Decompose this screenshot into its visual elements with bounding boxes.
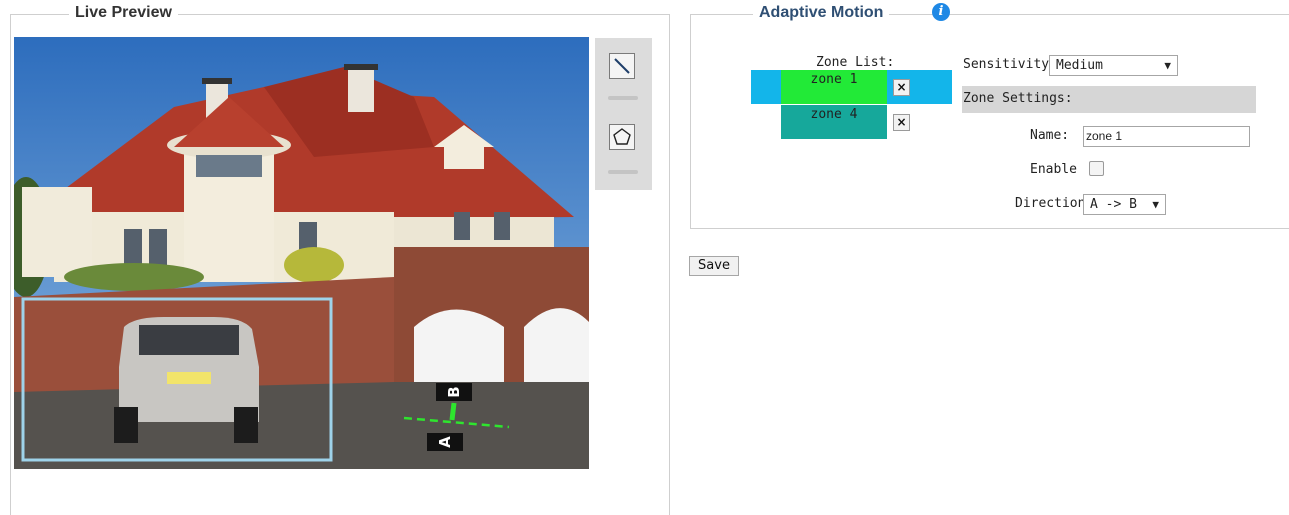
- direction-marker-a: A: [436, 436, 454, 448]
- save-button[interactable]: Save: [689, 256, 739, 276]
- chevron-down-icon: ▼: [1164, 59, 1171, 72]
- toolbar-separator: [608, 170, 638, 174]
- adaptive-motion-title: Adaptive Motion: [753, 4, 890, 22]
- sensitivity-select[interactable]: Medium ▼: [1049, 55, 1178, 76]
- line-tool-button[interactable]: [609, 53, 635, 79]
- direction-value: A -> B: [1090, 197, 1137, 212]
- zone-item-1[interactable]: zone 1: [781, 70, 887, 104]
- zone-item-4[interactable]: zone 4: [781, 105, 887, 139]
- line-icon: [614, 58, 630, 74]
- zone-name-input[interactable]: zone 1: [1083, 126, 1250, 147]
- enable-checkbox[interactable]: [1089, 161, 1104, 176]
- adaptive-motion-panel: Adaptive Motion i: [690, 3, 1289, 229]
- chevron-down-icon: ▼: [1152, 198, 1159, 211]
- name-label: Name:: [1030, 128, 1070, 143]
- polygon-tool-button[interactable]: [609, 124, 635, 150]
- polygon-icon: [613, 128, 631, 145]
- zone-list-label: Zone List:: [816, 55, 895, 70]
- delete-zone-4-button[interactable]: ×: [893, 114, 910, 131]
- sensitivity-value: Medium: [1056, 58, 1103, 73]
- sensitivity-label: Sensitivity:: [963, 57, 1057, 72]
- camera-preview[interactable]: B A: [14, 37, 589, 469]
- direction-marker-b: B: [445, 386, 463, 397]
- direction-select[interactable]: A -> B ▼: [1083, 194, 1166, 215]
- zone-settings-header: Zone Settings:: [962, 86, 1256, 113]
- live-preview-title: Live Preview: [69, 4, 178, 22]
- toolbar-separator: [608, 96, 638, 100]
- enable-label: Enable: [1030, 162, 1077, 177]
- delete-zone-1-button[interactable]: ×: [893, 79, 910, 96]
- direction-label: Direction: [1015, 196, 1086, 211]
- drawing-toolbar: [595, 38, 652, 190]
- info-icon[interactable]: i: [932, 3, 950, 21]
- zone-settings-label: Zone Settings:: [963, 91, 1073, 106]
